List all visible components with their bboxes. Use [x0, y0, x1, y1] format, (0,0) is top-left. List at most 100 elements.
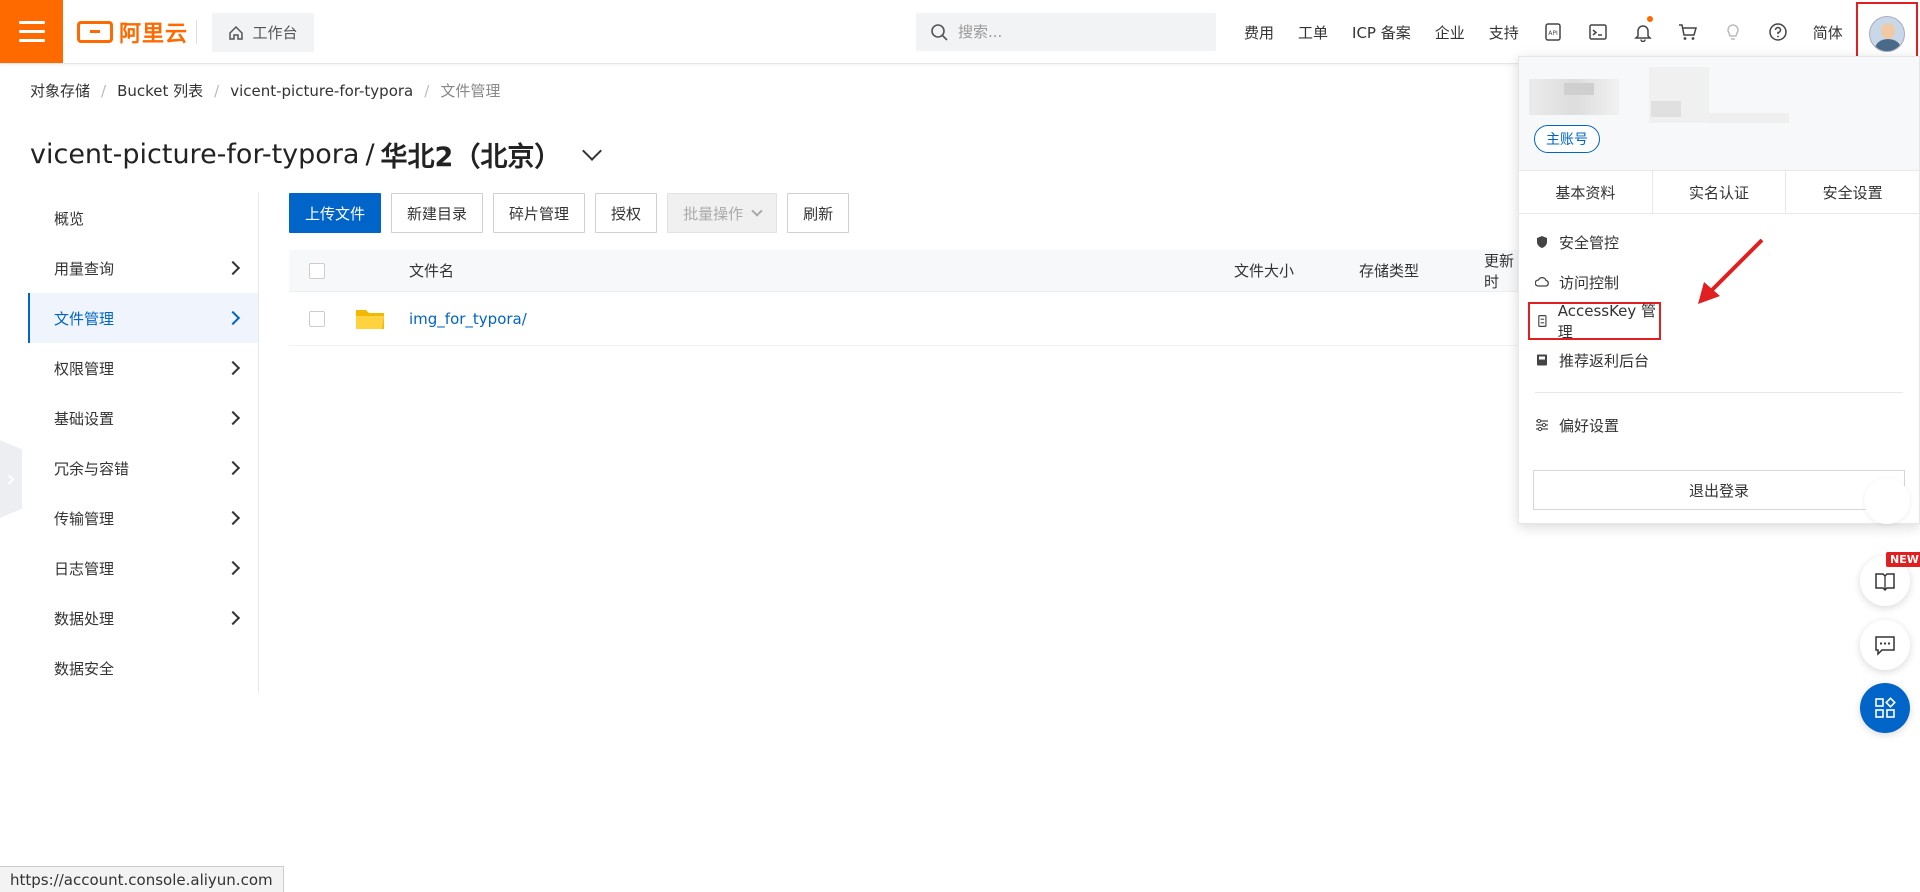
chevron-right-icon [225, 610, 241, 626]
menu-item-label: AccessKey 管理 [1557, 302, 1657, 341]
breadcrumb: 对象存储 / Bucket 列表 / vicent-picture-for-ty… [30, 80, 500, 101]
sidebar: 概览 用量查询 文件管理 权限管理 基础设置 冗余与容错 传输管理 日志管理 数… [28, 193, 259, 693]
top-navigation-bar: 阿里云 工作台 费用 工单 ICP 备案 企业 支持 API [0, 0, 1920, 66]
key-icon [1538, 315, 1547, 327]
aliyun-logo[interactable]: 阿里云 [77, 16, 188, 48]
breadcrumb-bucket[interactable]: vicent-picture-for-typora [230, 82, 413, 100]
tab-basic-info[interactable]: 基本资料 [1519, 171, 1653, 213]
chevron-right-icon [225, 510, 241, 526]
chevron-right-icon [4, 474, 15, 484]
sidebar-item-overview[interactable]: 概览 [28, 193, 258, 243]
api-icon: API [1545, 23, 1562, 41]
sidebar-collapse-handle[interactable] [0, 440, 22, 518]
apps-float-button[interactable] [1860, 683, 1910, 733]
sidebar-item-data-processing[interactable]: 数据处理 [28, 593, 258, 643]
account-info: 主账号 [1519, 57, 1919, 170]
shield-icon [1537, 236, 1547, 248]
link-support[interactable]: 支持 [1477, 22, 1531, 43]
blurred-account-info [1651, 101, 1681, 117]
menu-item-preferences[interactable]: 偏好设置 [1519, 405, 1919, 445]
workbench-button[interactable]: 工作台 [212, 13, 314, 52]
menu-item-referral[interactable]: 推荐返利后台 [1519, 340, 1919, 380]
sidebar-item-label: 概览 [54, 209, 85, 228]
home-icon [229, 25, 244, 40]
notification-icon-button[interactable] [1621, 0, 1666, 64]
row-checkbox[interactable] [309, 310, 325, 327]
sidebar-item-files[interactable]: 文件管理 [28, 293, 258, 343]
sidebar-item-label: 数据处理 [54, 609, 115, 628]
sidebar-item-label: 传输管理 [54, 509, 115, 528]
menu-line [18, 21, 45, 24]
cart-icon [1679, 24, 1698, 40]
sidebar-item-label: 冗余与容错 [54, 459, 130, 478]
chevron-down-icon[interactable] [582, 140, 603, 161]
sidebar-item-data-security[interactable]: 数据安全 [28, 643, 258, 693]
batch-operation-label: 批量操作 [683, 204, 744, 223]
breadcrumb-separator: / [214, 81, 220, 100]
workbench-label: 工作台 [252, 24, 298, 42]
menu-item-label: 访问控制 [1559, 273, 1620, 292]
lightbulb-icon [1727, 24, 1740, 40]
header-file-size: 文件大小 [1234, 262, 1295, 280]
chat-float-button[interactable] [1860, 620, 1910, 670]
blurred-account-info [1709, 113, 1789, 123]
table-header: 文件名 文件大小 存储类型 更新时 [289, 250, 1519, 292]
bucket-region: 华北2（北京） [380, 142, 562, 173]
search-input[interactable] [958, 23, 1198, 41]
bell-icon [1634, 25, 1653, 42]
menu-item-accesskey[interactable]: AccessKey 管理 [1528, 302, 1661, 341]
chevron-right-icon [225, 310, 241, 326]
breadcrumb-bucket-list[interactable]: Bucket 列表 [117, 80, 203, 101]
tab-security-settings[interactable]: 安全设置 [1786, 171, 1919, 213]
bucket-name: vicent-picture-for-typora [30, 139, 360, 170]
menu-line [18, 39, 45, 42]
link-enterprise[interactable]: 企业 [1423, 22, 1477, 43]
search-box[interactable] [916, 13, 1216, 51]
floating-button-partial[interactable] [1864, 478, 1910, 524]
refresh-button[interactable]: 刷新 [787, 193, 850, 233]
sliders-icon [1536, 418, 1548, 432]
breadcrumb-oss[interactable]: 对象存储 [30, 80, 90, 101]
chevron-right-icon [225, 260, 241, 276]
fragment-management-button[interactable]: 碎片管理 [493, 193, 586, 233]
chevron-right-icon [225, 460, 241, 476]
table-row[interactable]: img_for_typora/ [289, 292, 1519, 346]
select-all-checkbox[interactable] [309, 262, 325, 279]
hamburger-menu-button[interactable] [0, 0, 63, 63]
api-icon-button[interactable]: API [1531, 0, 1576, 64]
terminal-icon-button[interactable] [1576, 0, 1621, 64]
sidebar-item-redundancy[interactable]: 冗余与容错 [28, 443, 258, 493]
link-ticket[interactable]: 工单 [1286, 22, 1340, 43]
lightbulb-icon-button[interactable] [1711, 0, 1756, 64]
status-bar-url: https://account.console.aliyun.com [0, 866, 284, 892]
account-tabs: 基本资料 实名认证 安全设置 [1519, 170, 1919, 214]
sidebar-item-permissions[interactable]: 权限管理 [28, 343, 258, 393]
chat-icon [1875, 636, 1895, 656]
sidebar-item-basic-settings[interactable]: 基础设置 [28, 393, 258, 443]
chevron-right-icon [225, 360, 241, 376]
header-storage-type: 存储类型 [1359, 262, 1420, 280]
upload-file-button[interactable]: 上传文件 [289, 193, 382, 233]
header-file-name: 文件名 [409, 262, 455, 280]
new-directory-button[interactable]: 新建目录 [391, 193, 484, 233]
folder-link[interactable]: img_for_typora/ [409, 310, 527, 328]
aliyun-logo-icon [77, 21, 113, 43]
language-switch[interactable]: 简体 [1801, 22, 1855, 43]
sidebar-item-logs[interactable]: 日志管理 [28, 543, 258, 593]
tab-real-name[interactable]: 实名认证 [1653, 171, 1787, 213]
sidebar-item-usage[interactable]: 用量查询 [28, 243, 258, 293]
link-icp[interactable]: ICP 备案 [1340, 22, 1423, 43]
link-billing[interactable]: 费用 [1232, 22, 1286, 43]
sidebar-item-transfer[interactable]: 传输管理 [28, 493, 258, 543]
authorize-button[interactable]: 授权 [595, 193, 658, 233]
book-open-icon [1875, 573, 1895, 592]
breadcrumb-current: 文件管理 [440, 82, 501, 100]
batch-operation-button[interactable]: 批量操作 [667, 193, 778, 233]
folder-icon [356, 309, 384, 329]
cart-icon-button[interactable] [1666, 0, 1711, 64]
menu-item-label: 推荐返利后台 [1559, 351, 1650, 370]
help-icon-button[interactable] [1756, 0, 1801, 64]
title-separator: / [365, 139, 375, 170]
logout-button[interactable]: 退出登录 [1533, 470, 1905, 510]
sidebar-item-label: 基础设置 [54, 409, 115, 428]
